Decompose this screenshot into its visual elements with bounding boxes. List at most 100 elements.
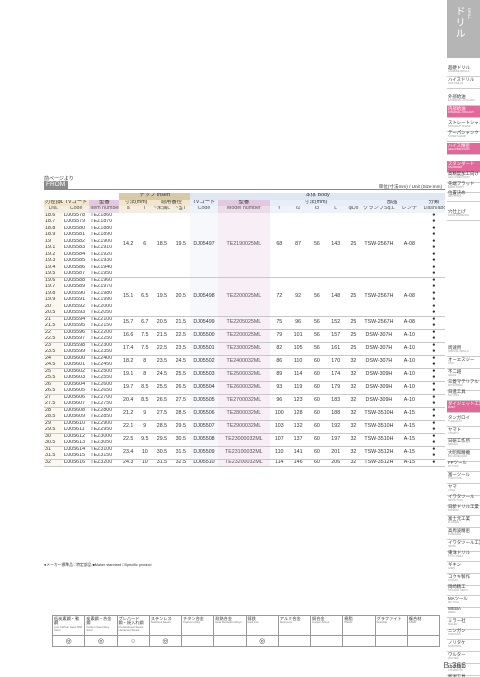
side-index-item-sublabel: NS TOOL xyxy=(448,394,460,397)
material-sublabel: Carbon Steel Alloy Steel xyxy=(86,625,110,633)
clamp-screw-cell: TSW-3512H xyxy=(361,446,397,460)
insert-t-cell: 8 xyxy=(137,368,153,382)
body-ds-cell: 25 xyxy=(345,329,362,343)
range-min-cell: 22.5 xyxy=(152,342,172,356)
body-l2-cell: 87 xyxy=(288,212,308,278)
side-index-item-sublabel: FP TOOL xyxy=(448,465,459,468)
side-index-item[interactable]: 穴仕上げ HOLE FINISHING xyxy=(447,209,480,221)
side-index-item[interactable]: ニシガン NISHIGAN xyxy=(447,628,480,640)
body-ds-cell: 32 xyxy=(345,446,362,460)
body-l2-cell: 146 xyxy=(288,459,308,467)
material-sublabel: CFRP xyxy=(408,620,417,625)
body-l-cell: 170 xyxy=(326,355,346,369)
side-index-item[interactable]: ダイジェット工業 DIJET xyxy=(447,401,480,413)
body-l2-cell: 123 xyxy=(288,394,308,408)
material-suitability-mark xyxy=(342,635,376,647)
body-l1-cell: 110 xyxy=(269,446,289,460)
clamp-screw-cell: TSW-3512H xyxy=(361,459,397,467)
from-label: FROM xyxy=(44,181,68,189)
side-index-item-sublabel: STANDARD xyxy=(448,166,463,169)
body-model-cell: TE23000032ML xyxy=(217,433,270,447)
page-number: B-366 xyxy=(443,660,466,670)
wrench-cell: A-08 xyxy=(396,212,423,278)
side-index-item[interactable]: 内部給油 INTERNAL COOLANT xyxy=(447,106,480,118)
material-header: 複合材 CFRP xyxy=(406,615,441,636)
material-header: 低炭素鋼・軟鋼 Low Carbon Steel Mild Steel xyxy=(51,615,86,636)
side-index-item[interactable]: 日新ドリル工業 NISSHIN xyxy=(447,504,480,516)
side-index-item[interactable]: 超硬ドリル CARBIDE DRILLS xyxy=(447,65,480,77)
side-index-item-sublabel: KOKUKI xyxy=(448,579,458,582)
side-index-item[interactable]: 高周波精密 KOSHUHA xyxy=(447,528,480,540)
side-index-item[interactable]: 東洋ドリル TOYO DRILL xyxy=(447,550,480,562)
side-index-item[interactable]: 日研工作所 NIKKEN xyxy=(447,438,480,450)
materials-header-row: 低炭素鋼・軟鋼 Low Carbon Steel Mild Steel 炭素鋼・合金… xyxy=(51,615,441,636)
material-sublabel: Heat Resistant Alloys xyxy=(215,620,242,625)
body-l1-cell: 103 xyxy=(269,420,289,434)
body-code-cell: DJ05497 xyxy=(190,212,218,278)
body-code-cell: DJ05510 xyxy=(190,459,218,467)
range-max-cell: 24.5 xyxy=(171,355,191,369)
side-index-item[interactable]: オーエスジー OSG xyxy=(447,357,480,369)
body-l-cell: 174 xyxy=(326,368,346,382)
sub-header-cell: クランプSq.L xyxy=(361,206,397,213)
clamp-screw-cell: TSW-3510H xyxy=(361,420,397,434)
range-min-cell: 18.5 xyxy=(152,212,172,278)
side-index-item[interactable]: ハイス精密 HIGH PRECISION xyxy=(447,143,480,155)
side-index-header: ドリル DRILL xyxy=(447,0,480,58)
wrench-cell: A-08 xyxy=(396,316,423,330)
body-l3-cell: 56 xyxy=(307,316,327,330)
side-index-item[interactable]: ハイスドリル HSS DRILLS xyxy=(447,77,480,89)
side-index-item[interactable]: 位置決め SPOTTING xyxy=(447,190,480,202)
material-suitability-mark: ◎ xyxy=(84,635,118,647)
body-l1-cell: 86 xyxy=(269,355,289,369)
body-ds-cell: 32 xyxy=(345,368,362,382)
side-index-title: ドリル xyxy=(453,6,464,39)
range-min-cell: 25.5 xyxy=(152,381,172,395)
body-l3-cell: 56 xyxy=(307,212,327,278)
body-l3-cell: 56 xyxy=(307,342,327,356)
side-index-item[interactable]: タンガロイ TUNGALOY xyxy=(447,415,480,427)
body-model-cell: TE2190025ML xyxy=(217,212,270,278)
wrench-cell: A-08 xyxy=(396,277,423,317)
range-max-cell: 20.5 xyxy=(171,277,191,317)
body-l-cell: 188 xyxy=(326,407,346,421)
side-index-item[interactable]: テーパシャンク TAPER SHANK xyxy=(447,130,480,142)
material-header: 樹脂 Plastic xyxy=(342,615,376,636)
side-index-item[interactable]: 富士元工業 FUJIGEN xyxy=(447,516,480,528)
body-l2-cell: 114 xyxy=(288,368,308,382)
body-code-cell: DJ05498 xyxy=(190,277,218,317)
material-label: プレハード鋼・焼入れ鋼 xyxy=(118,615,144,626)
side-index-item[interactable]: ギキン GIKIN xyxy=(447,562,480,574)
body-model-cell: TE2400032ML xyxy=(217,355,270,369)
side-index-item[interactable]: 日進工具 NS TOOL xyxy=(447,389,480,401)
side-index-item[interactable]: WEBA WEBA xyxy=(447,606,480,618)
side-index-item[interactable]: 周速用 SPECIAL DRILLS xyxy=(447,345,480,357)
side-index-item[interactable]: FPツール FP TOOL xyxy=(447,460,480,472)
side-index-item-sublabel: GIKIN xyxy=(448,567,456,570)
sub-header-cell: ~未満L xyxy=(152,206,172,213)
body-code-cell: DJ05504 xyxy=(190,381,218,395)
body-l-cell: 148 xyxy=(326,277,346,317)
body-model-cell: TE2200025ML xyxy=(217,277,270,317)
body-ds-cell: 25 xyxy=(345,316,362,330)
body-ds-cell: 32 xyxy=(345,420,362,434)
side-index-item[interactable]: 外部給油 EXTERNAL COOLANT xyxy=(447,94,480,106)
body-l-cell: 143 xyxy=(326,212,346,278)
body-l3-cell: 60 xyxy=(307,368,327,382)
material-sublabel: Plastic xyxy=(344,620,353,625)
body-model-cell: TE2300025ML xyxy=(217,342,270,356)
side-index-item-sublabel: NACHI xyxy=(448,374,457,377)
body-code-cell: DJ05503 xyxy=(190,368,218,382)
wrench-cell: A-15 xyxy=(396,459,423,467)
side-index-item[interactable]: 富ーツール TOMI TOOL xyxy=(447,472,480,484)
body-model-cell: TE2200025ML xyxy=(217,329,270,343)
body-ds-cell: 25 xyxy=(345,277,362,317)
side-index-item[interactable]: ノリタケ NORITAKE xyxy=(447,640,480,652)
range-max-cell: 25.5 xyxy=(171,368,191,382)
side-index-item-sublabel: EXTERNAL COOLANT xyxy=(448,99,475,102)
insert-t-cell: 9 xyxy=(137,420,153,434)
body-l2-cell: 137 xyxy=(288,433,308,447)
side-index-item[interactable]: 岡崎精工 OKAZAKI SEIKO xyxy=(447,584,480,596)
materials-table: 低炭素鋼・軟鋼 Low Carbon Steel Mild Steel 炭素鋼・合金… xyxy=(51,615,441,647)
wrench-cell: A-10 xyxy=(396,342,423,356)
